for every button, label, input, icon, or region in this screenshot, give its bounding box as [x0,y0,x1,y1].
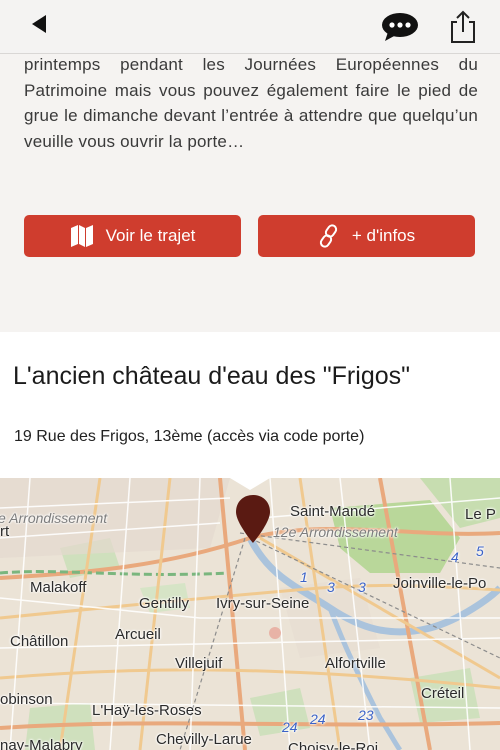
map-label: Saint-Mandé [290,503,376,520]
place-title: L'ancien château d'eau des "Frigos" [13,362,410,390]
map-label: rt [0,523,10,540]
map-label: L'Haÿ-les-Roses [92,702,202,719]
route-button[interactable]: Voir le trajet [24,215,241,257]
link-icon [318,224,340,248]
place-card: L'ancien château d'eau des "Frigos" 19 R… [0,332,500,478]
chat-bubble-icon[interactable] [380,10,420,44]
map-label: Créteil [421,685,465,702]
map-road-number: 1 [300,569,308,585]
map-road-number: 4 [451,549,459,565]
map-label: Le P [465,506,496,523]
place-address: 19 Rue des Frigos, 13ème (accès via code… [14,428,365,445]
map-label: Arcueil [115,626,161,643]
map-label: Alfortville [325,655,386,672]
map-label: Choisy-le-Roi [288,740,379,750]
map-label: 12e Arrondissement [273,524,398,540]
map-label: e Arrondissement [0,510,108,526]
share-icon[interactable] [446,8,480,46]
place-description: printemps pendant les Journées Européenn… [24,55,478,151]
map-road-number: 24 [282,719,298,735]
map-road-number: 3 [358,579,366,595]
map-label: obinson [0,691,53,708]
map-label: Châtillon [10,633,69,650]
map-label: Joinville-le-Po [393,575,487,592]
map-road-number: 5 [476,543,484,559]
map-label: Ivry-sur-Seine [216,595,310,612]
map-road-number: 24 [310,711,326,727]
navigation-bar [0,0,500,54]
map-label: Gentilly [139,595,190,612]
map-icon [70,225,94,247]
map-road-number: 23 [358,707,374,723]
more-info-button-label: + d'infos [351,226,416,245]
map-label: Malakoff [30,579,87,596]
map-road-number: 3 [327,579,335,595]
map-label: nay-Malabry [0,737,83,750]
map-label: Villejuif [175,655,223,672]
card-pointer [230,470,270,490]
back-arrow-icon[interactable] [26,12,56,42]
map-label: Chevilly-Larue [156,731,252,748]
map-pin-icon[interactable] [233,493,273,545]
more-info-button[interactable]: + d'infos [258,215,475,257]
route-button-label: Voir le trajet [105,226,196,245]
